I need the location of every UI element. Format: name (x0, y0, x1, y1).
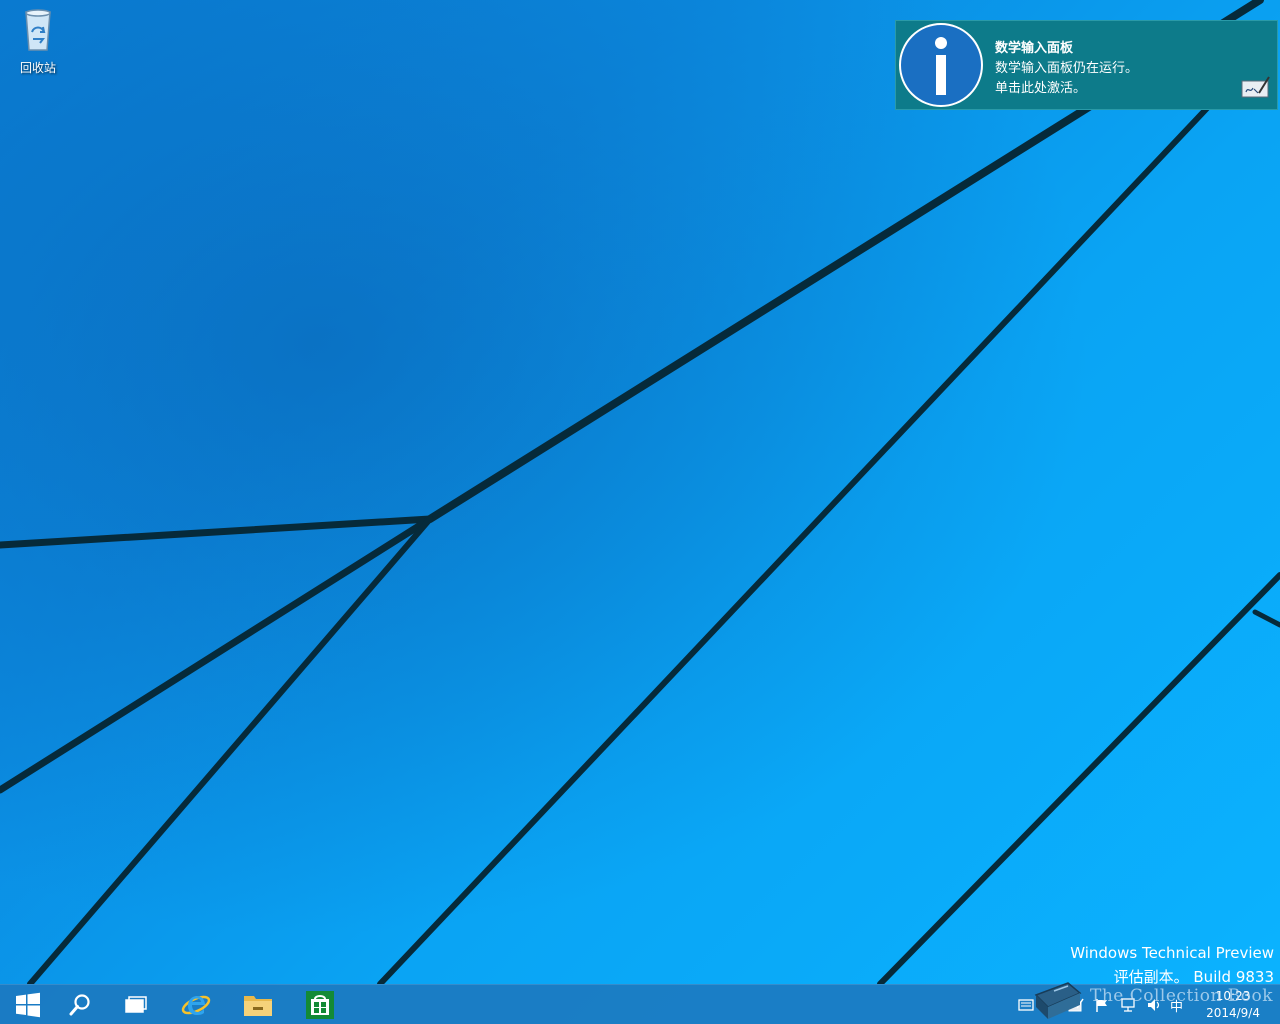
clock-date: 2014/9/4 (1206, 1006, 1260, 1020)
toast-message: 数学输入面板仍在运行。 (995, 61, 1139, 76)
windows-build-watermark: Windows Technical Preview 评估副本。 Build 98… (1070, 941, 1274, 989)
taskbar: 中 10:23 2014/9/4 (0, 982, 1280, 1024)
task-view-button[interactable] (108, 985, 164, 1024)
store-icon (306, 991, 334, 1019)
search-icon (69, 994, 90, 1016)
watermark-line-1: Windows Technical Preview (1070, 944, 1274, 962)
search-button[interactable] (52, 985, 108, 1024)
taskbar-store[interactable] (292, 985, 348, 1024)
taskbar-internet-explorer[interactable] (168, 985, 224, 1024)
internet-explorer-icon (181, 995, 211, 1015)
collection-book-watermark: The Collection Book (1090, 986, 1274, 1006)
recycle-bin-icon (25, 9, 51, 51)
task-view-icon (125, 996, 147, 1013)
folder-icon (244, 996, 272, 1016)
toast-title: 数学输入面板 (995, 41, 1074, 56)
windows-logo-icon (16, 992, 40, 1018)
desktop: 回收站 数学输入面板 数学输入面板仍在运行。 单击此处激活。 Windows T… (0, 0, 1280, 1024)
info-icon (899, 23, 983, 107)
wallpaper (0, 0, 1280, 984)
book-logo-icon (1034, 982, 1082, 1019)
toast-action-text: 单击此处激活。 (995, 81, 1087, 96)
desktop-icon-recycle-bin[interactable]: 回收站 (8, 6, 68, 76)
toast-notification[interactable]: 数学输入面板 数学输入面板仍在运行。 单击此处激活。 (895, 20, 1278, 110)
math-input-panel-icon (1241, 76, 1270, 98)
recycle-bin-label: 回收站 (19, 61, 56, 75)
taskbar-file-explorer[interactable] (230, 985, 286, 1024)
start-button[interactable] (0, 985, 56, 1024)
